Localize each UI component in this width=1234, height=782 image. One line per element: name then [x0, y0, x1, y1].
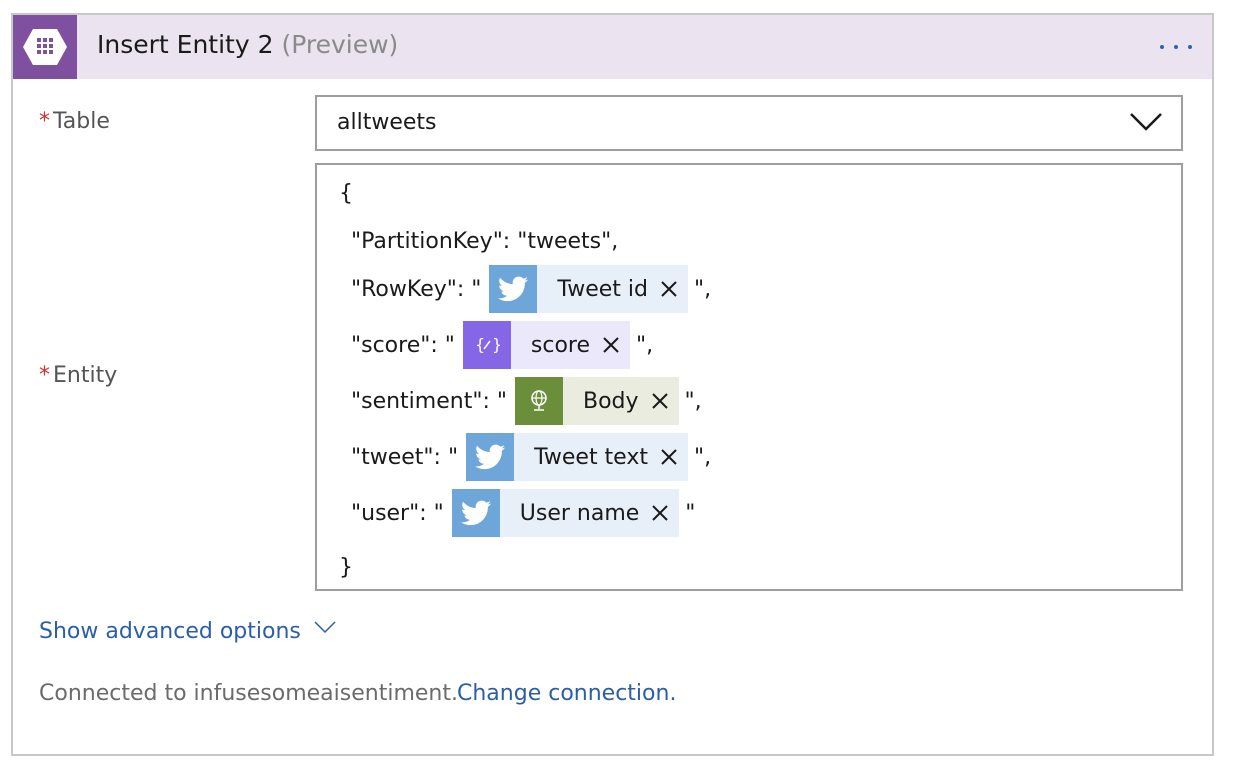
token-text: Body — [582, 388, 639, 414]
chevron-down-icon — [1130, 113, 1162, 131]
connection-status-text: Connected to infusesomeaisentiment. — [39, 681, 458, 706]
svg-text:}: } — [492, 335, 500, 354]
token-label: Body — [562, 377, 679, 425]
action-card: Insert Entity 2 (Preview) * Table alltwee… — [11, 13, 1214, 756]
token-text: Tweet id — [557, 276, 648, 302]
table-label: * Table — [39, 109, 110, 134]
close-icon[interactable] — [660, 448, 678, 466]
ellipsis-dot — [1174, 45, 1178, 49]
globe-icon — [514, 377, 563, 425]
token-text: score — [530, 332, 591, 358]
token-label: Tweet text — [514, 433, 688, 481]
rowkey-key: "RowKey": " — [351, 276, 482, 302]
token-tweet-text[interactable]: Tweet text — [466, 433, 688, 481]
more-options-button[interactable] — [1158, 29, 1194, 65]
ellipsis-dot — [1188, 45, 1192, 49]
connection-status: Connected to infusesomeaisentiment. — [39, 681, 458, 706]
token-user-name[interactable]: User name — [451, 489, 680, 537]
token-body[interactable]: Body — [514, 377, 679, 425]
required-marker: * — [39, 363, 50, 388]
twitter-icon — [489, 265, 538, 313]
tweet-key: "tweet": " — [351, 444, 459, 470]
rowkey-suffix: ", — [693, 276, 712, 302]
user-suffix: " — [685, 500, 696, 526]
azure-table-icon — [13, 15, 77, 79]
token-score[interactable]: {} score — [462, 321, 631, 369]
close-icon[interactable] — [651, 504, 669, 522]
editor-line-partition: "PartitionKey": "tweets", — [351, 228, 619, 254]
table-label-text: Table — [53, 109, 110, 134]
twitter-icon — [466, 433, 515, 481]
table-dropdown[interactable]: alltweets — [315, 95, 1183, 151]
token-label: User name — [499, 489, 680, 537]
editor-line-close: } — [339, 554, 353, 580]
editor-line-score: "score": " {} score ", — [351, 321, 653, 369]
title-preview-tag: (Preview) — [281, 30, 399, 59]
token-label: Tweet id — [537, 265, 688, 313]
editor-line-tweet: "tweet": " Tweet text ", — [351, 433, 711, 481]
entity-label-text: Entity — [53, 363, 118, 388]
advanced-label: Show advanced options — [39, 619, 301, 644]
score-key: "score": " — [351, 332, 455, 358]
change-connection-link[interactable]: Change connection. — [457, 681, 676, 706]
title-text: Insert Entity 2 — [97, 30, 274, 59]
entity-label: * Entity — [39, 363, 117, 388]
close-icon[interactable] — [651, 392, 669, 410]
editor-line-open: { — [339, 180, 353, 206]
required-marker: * — [39, 109, 50, 134]
score-suffix: ", — [636, 332, 654, 358]
token-tweet-id[interactable]: Tweet id — [489, 265, 688, 313]
card-header[interactable]: Insert Entity 2 (Preview) — [13, 15, 1212, 79]
entity-editor[interactable]: { "PartitionKey": "tweets", "RowKey": " … — [315, 163, 1183, 591]
twitter-icon — [451, 489, 500, 537]
chevron-down-icon — [314, 621, 336, 634]
sentiment-key: "sentiment": " — [351, 388, 507, 414]
editor-line-rowkey: "RowKey": " Tweet id ", — [351, 265, 711, 313]
show-advanced-options-link[interactable]: Show advanced options — [39, 619, 336, 644]
user-key: "user": " — [351, 500, 444, 526]
tweet-suffix: ", — [693, 444, 712, 470]
close-icon[interactable] — [660, 280, 678, 298]
token-text: Tweet text — [534, 444, 648, 470]
card-title: Insert Entity 2 (Preview) — [97, 30, 398, 59]
sentiment-suffix: ", — [684, 388, 702, 414]
token-label: score — [510, 321, 631, 369]
ellipsis-icon — [1160, 45, 1164, 49]
svg-text:{: { — [475, 335, 485, 354]
table-dropdown-value: alltweets — [337, 110, 437, 135]
editor-line-sentiment: "sentiment": " Body ", — [351, 377, 702, 425]
editor-line-user: "user": " User name " — [351, 489, 695, 537]
close-icon[interactable] — [602, 336, 620, 354]
variable-icon: {} — [462, 321, 511, 369]
token-text: User name — [519, 500, 640, 526]
